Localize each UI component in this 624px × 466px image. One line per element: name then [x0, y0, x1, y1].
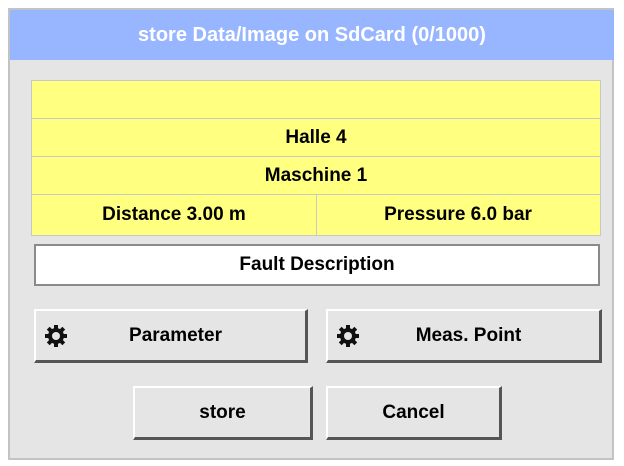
dialog-title-text: store Data/Image on SdCard (0/1000)	[138, 23, 486, 46]
dialog-title: store Data/Image on SdCard (0/1000)	[10, 10, 614, 60]
info-line-location: Halle 4	[32, 119, 600, 157]
fault-description-label: Fault Description	[239, 254, 395, 275]
meas-point-button-label: Meas. Point	[415, 324, 522, 346]
info-line-measurements: Distance 3.00 m Pressure 6.0 bar	[32, 195, 600, 235]
cancel-button[interactable]: Cancel	[326, 386, 502, 440]
cancel-button-label: Cancel	[382, 401, 445, 423]
parameter-button-label: Parameter	[129, 324, 222, 346]
gear-icon	[45, 324, 67, 347]
store-button[interactable]: store	[133, 386, 313, 440]
store-button-label: store	[199, 401, 246, 423]
info-line-1	[32, 81, 600, 119]
distance-value: Distance 3.00 m	[32, 195, 317, 235]
parameter-button[interactable]: Parameter	[34, 309, 308, 363]
meas-point-button[interactable]: Meas. Point	[326, 309, 602, 363]
pressure-value: Pressure 6.0 bar	[384, 204, 532, 225]
fault-description-field[interactable]: Fault Description	[34, 244, 600, 286]
info-panel: Halle 4 Maschine 1 Distance 3.00 m Press…	[31, 80, 601, 236]
info-line-machine: Maschine 1	[32, 157, 600, 195]
gear-icon	[337, 324, 359, 347]
